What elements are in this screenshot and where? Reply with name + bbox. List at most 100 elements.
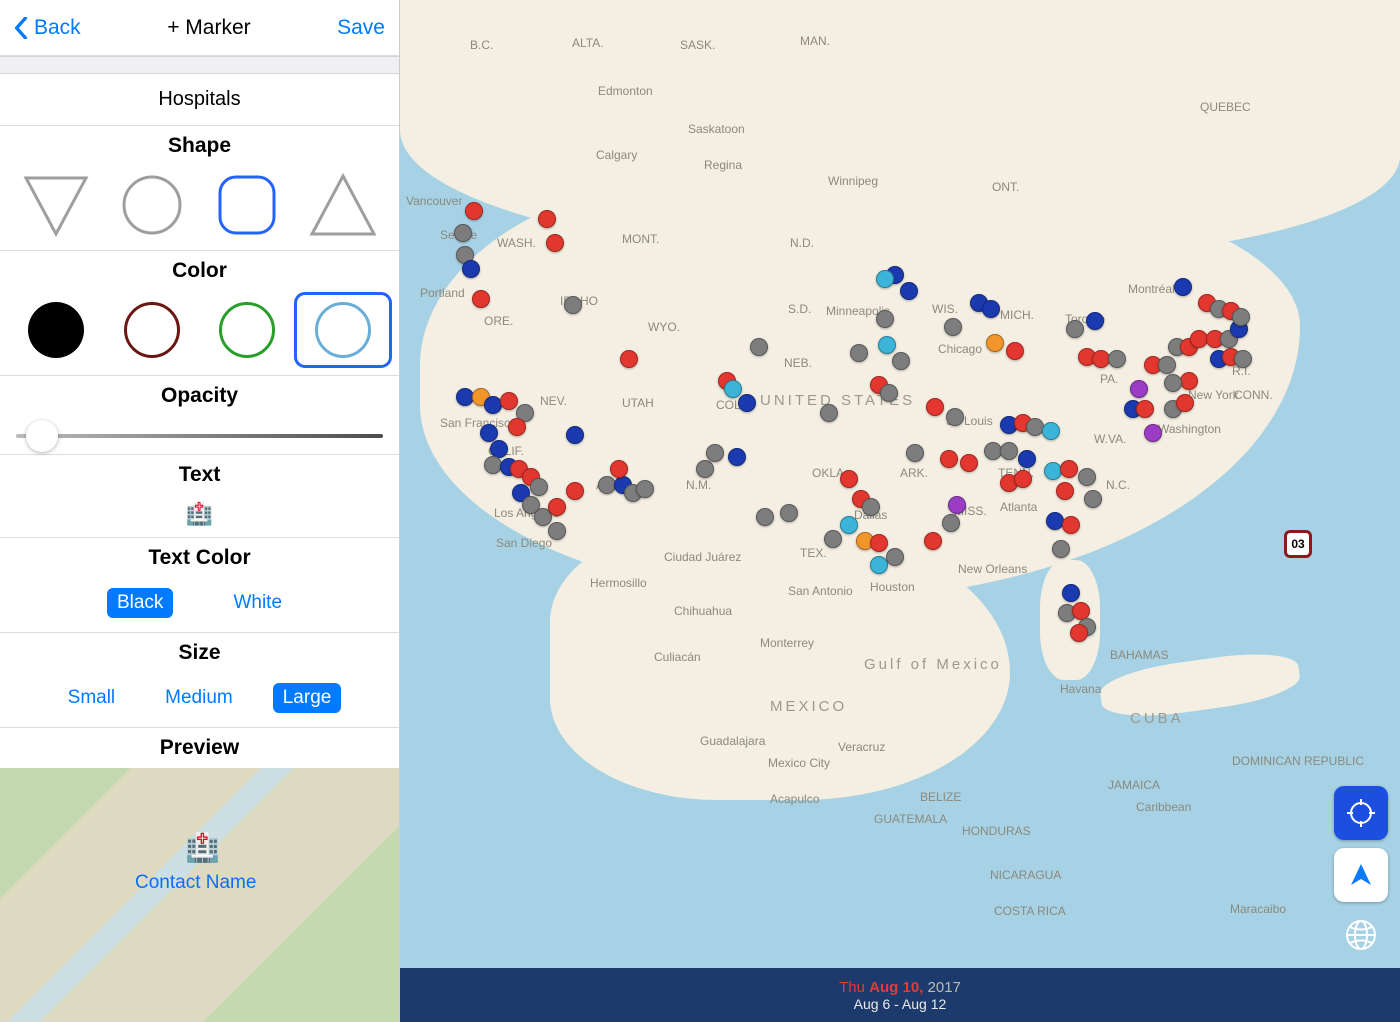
map-marker[interactable] [508, 418, 526, 436]
shape-circle[interactable] [106, 170, 198, 240]
map-marker[interactable] [1042, 422, 1060, 440]
map-marker[interactable] [566, 426, 584, 444]
shape-triangle[interactable] [297, 170, 389, 240]
map-marker[interactable] [1062, 584, 1080, 602]
map-marker[interactable] [756, 508, 774, 526]
map-marker[interactable] [924, 532, 942, 550]
map-marker[interactable] [1014, 470, 1032, 488]
map-marker[interactable] [1234, 350, 1252, 368]
slider-track[interactable] [16, 434, 383, 438]
map-marker[interactable] [1232, 308, 1250, 326]
map-marker[interactable] [862, 498, 880, 516]
map-marker[interactable] [564, 296, 582, 314]
map-marker[interactable] [696, 460, 714, 478]
shape-rounded-square[interactable] [201, 170, 293, 240]
size-small[interactable]: Small [58, 683, 126, 713]
map-marker[interactable] [454, 224, 472, 242]
shape-inverted-triangle[interactable] [10, 170, 102, 240]
map-marker[interactable] [636, 480, 654, 498]
map-marker[interactable] [840, 470, 858, 488]
map-marker[interactable] [480, 424, 498, 442]
map-marker[interactable] [1084, 490, 1102, 508]
map-marker[interactable] [1062, 516, 1080, 534]
map-marker[interactable] [1136, 400, 1154, 418]
map-marker[interactable] [465, 202, 483, 220]
map-marker[interactable] [1056, 482, 1074, 500]
marker-name-field[interactable]: Hospitals [0, 74, 399, 126]
map-view[interactable]: B.C.ALTA.SASK.MAN.ONT.QUEBECEdmontonCalg… [400, 0, 1400, 1022]
map-marker[interactable] [900, 282, 918, 300]
map-marker[interactable] [1052, 540, 1070, 558]
map-marker[interactable] [1060, 460, 1078, 478]
map-marker[interactable] [892, 352, 910, 370]
date-footer[interactable]: Thu Aug 10, 2017 Aug 6 - Aug 12 [400, 968, 1400, 1022]
text-color-white[interactable]: White [223, 588, 292, 618]
map-marker[interactable] [472, 290, 490, 308]
map-marker[interactable] [1000, 442, 1018, 460]
map-marker[interactable] [1078, 468, 1096, 486]
map-marker[interactable] [620, 350, 638, 368]
map-marker[interactable] [1164, 374, 1182, 392]
back-button[interactable]: Back [14, 16, 81, 40]
map-marker[interactable] [738, 394, 756, 412]
map-marker[interactable] [880, 384, 898, 402]
map-marker[interactable] [462, 260, 480, 278]
text-color-black[interactable]: Black [107, 588, 173, 618]
map-marker[interactable] [1066, 320, 1084, 338]
color-green[interactable] [201, 295, 293, 365]
map-marker[interactable] [610, 460, 628, 478]
map-marker[interactable] [1158, 356, 1176, 374]
map-marker[interactable] [1174, 278, 1192, 296]
map-marker[interactable] [944, 318, 962, 336]
text-field[interactable]: 🏥 [0, 495, 399, 538]
map-marker[interactable] [548, 498, 566, 516]
map-marker[interactable] [982, 300, 1000, 318]
map-marker[interactable] [530, 478, 548, 496]
map-marker[interactable] [878, 336, 896, 354]
map-marker[interactable] [824, 530, 842, 548]
slider-knob[interactable] [26, 420, 58, 452]
map-marker[interactable] [538, 210, 556, 228]
map-marker[interactable] [948, 496, 966, 514]
map-marker[interactable] [566, 482, 584, 500]
map-marker[interactable] [906, 444, 924, 462]
map-marker[interactable] [1086, 312, 1104, 330]
locate-button[interactable] [1334, 786, 1388, 840]
map-marker[interactable] [942, 514, 960, 532]
size-medium[interactable]: Medium [155, 683, 243, 713]
map-marker[interactable] [780, 504, 798, 522]
map-marker[interactable] [840, 516, 858, 534]
map-marker[interactable] [1006, 342, 1024, 360]
map-marker[interactable] [1026, 418, 1044, 436]
map-marker[interactable] [1108, 350, 1126, 368]
map-marker[interactable] [724, 380, 742, 398]
map-marker[interactable] [546, 234, 564, 252]
color-lightblue[interactable] [297, 295, 389, 365]
map-marker[interactable] [926, 398, 944, 416]
map-marker[interactable] [876, 310, 894, 328]
map-marker[interactable] [750, 338, 768, 356]
map-marker[interactable] [820, 404, 838, 422]
map-marker[interactable] [940, 450, 958, 468]
map-marker[interactable] [946, 408, 964, 426]
map-marker[interactable] [870, 534, 888, 552]
save-button[interactable]: Save [337, 16, 385, 40]
map-marker[interactable] [1046, 512, 1064, 530]
map-marker[interactable] [1144, 424, 1162, 442]
map-marker[interactable] [960, 454, 978, 472]
map-marker[interactable] [1130, 380, 1148, 398]
size-large[interactable]: Large [273, 683, 342, 713]
map-marker[interactable] [850, 344, 868, 362]
map-marker[interactable] [1180, 372, 1198, 390]
map-marker[interactable] [728, 448, 746, 466]
map-marker[interactable] [986, 334, 1004, 352]
color-darkred[interactable] [106, 295, 198, 365]
map-marker[interactable] [706, 444, 724, 462]
globe-button[interactable] [1334, 908, 1388, 962]
map-marker[interactable] [886, 548, 904, 566]
map-marker[interactable] [548, 522, 566, 540]
map-marker[interactable] [1176, 394, 1194, 412]
map-marker[interactable] [876, 270, 894, 288]
opacity-slider[interactable] [0, 416, 399, 455]
map-marker[interactable] [1070, 624, 1088, 642]
